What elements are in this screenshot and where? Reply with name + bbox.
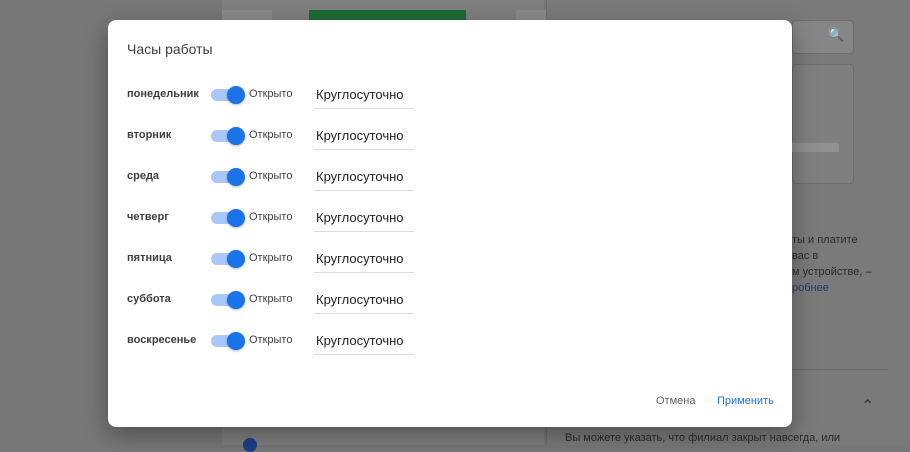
background-thumbnail [516, 10, 546, 20]
chevron-up-icon: ⌃ [861, 398, 875, 415]
background-text-line: вас в [792, 250, 819, 262]
day-label: четверг [127, 211, 169, 223]
open-toggle[interactable] [211, 127, 245, 145]
day-label: среда [127, 170, 160, 182]
background-card [792, 64, 854, 184]
open-toggle[interactable] [211, 250, 245, 268]
status-label: Открыто [249, 334, 293, 346]
status-label: Открыто [249, 88, 293, 100]
status-label: Открыто [249, 293, 293, 305]
toggle-knob [227, 291, 245, 309]
day-label: вторник [127, 129, 172, 141]
day-label: пятница [127, 252, 172, 264]
toggle-knob [227, 168, 245, 186]
toggle-knob [227, 250, 245, 268]
background-info-text: ты и платите вас в м устройстве, – робне… [792, 232, 902, 296]
background-banner [309, 10, 466, 20]
hours-field[interactable] [314, 203, 414, 232]
search-icon: 🔍 [828, 27, 845, 42]
day-row-monday: понедельник Открыто [108, 78, 792, 119]
status-label: Открыто [249, 170, 293, 182]
day-row-sunday: воскресенье Открыто [108, 324, 792, 365]
day-row-tuesday: вторник Открыто [108, 119, 792, 160]
day-row-wednesday: среда Открыто [108, 160, 792, 201]
day-label: понедельник [127, 88, 199, 100]
status-label: Открыто [249, 129, 293, 141]
background-divider [792, 369, 888, 370]
hours-field[interactable] [314, 121, 414, 150]
toggle-knob [227, 332, 245, 350]
hours-field[interactable] [314, 326, 414, 355]
toggle-knob [227, 127, 245, 145]
background-bar [792, 143, 839, 152]
open-toggle[interactable] [211, 209, 245, 227]
day-label: воскресенье [127, 334, 197, 346]
toggle-knob [227, 209, 245, 227]
background-more-link: робнее [792, 282, 829, 294]
status-label: Открыто [249, 211, 293, 223]
cancel-button[interactable]: Отмена [652, 391, 699, 411]
open-toggle[interactable] [211, 86, 245, 104]
background-avatar [243, 438, 257, 452]
background-thumbnail [222, 10, 272, 20]
background-bottom-text: Вы можете указать, что филиал закрыт нав… [565, 432, 841, 444]
dialog-title: Часы работы [127, 41, 213, 57]
hours-field[interactable] [314, 80, 414, 109]
open-toggle[interactable] [211, 168, 245, 186]
day-row-friday: пятница Открыто [108, 242, 792, 283]
hours-dialog: Часы работы понедельник Открыто вторник … [108, 20, 792, 427]
apply-button[interactable]: Применить [713, 391, 778, 411]
background-text-line: м устройстве, – [792, 266, 872, 278]
hours-field[interactable] [314, 162, 414, 191]
status-label: Открыто [249, 252, 293, 264]
background-search-box [792, 20, 854, 54]
day-label: суббота [127, 293, 171, 305]
background-text-line: ты и платите [792, 234, 858, 246]
toggle-knob [227, 86, 245, 104]
day-row-saturday: суббота Открыто [108, 283, 792, 324]
hours-field[interactable] [314, 285, 414, 314]
hours-field[interactable] [314, 244, 414, 273]
open-toggle[interactable] [211, 291, 245, 309]
open-toggle[interactable] [211, 332, 245, 350]
day-row-thursday: четверг Открыто [108, 201, 792, 242]
